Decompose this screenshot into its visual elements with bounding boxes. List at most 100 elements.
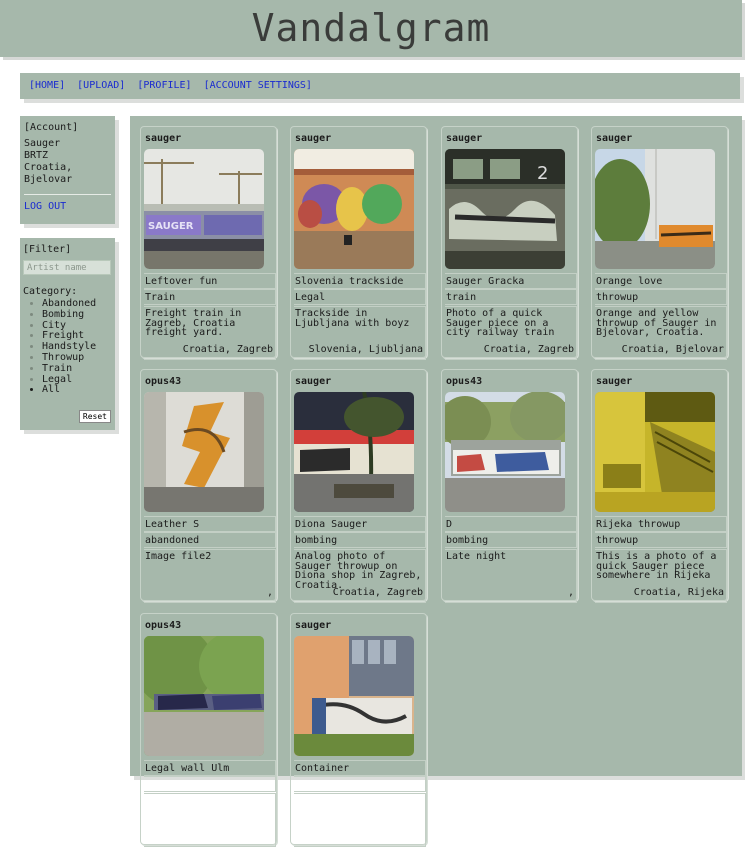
post-title: Orange love	[595, 273, 727, 289]
post-details	[294, 793, 426, 847]
post-location: Croatia, Zagreb	[332, 586, 423, 598]
filter-box: [Filter] Category: Abandoned Bombing Cit…	[20, 238, 115, 430]
post-description: Trackside in Ljubljana with boyz	[295, 308, 410, 329]
post-category: train	[445, 289, 577, 305]
post-card[interactable]: opus43 Legal wall Ulm	[140, 613, 277, 847]
post-details: Orange and yellow throwup of Sauger in B…	[595, 306, 727, 360]
post-title: Slovenia trackside	[294, 273, 426, 289]
post-title: Container	[294, 760, 426, 776]
category-item-bombing[interactable]: Bombing	[42, 309, 112, 321]
filter-heading: [Filter]	[23, 244, 72, 255]
post-title: Diona Sauger	[294, 516, 426, 532]
nav-profile-link[interactable]: [PROFILE]	[137, 80, 191, 91]
post-card[interactable]: sauger Orange love throwup Orange and yell…	[591, 126, 728, 360]
post-category: bombing	[294, 532, 426, 548]
post-description: Analog photo of Sauger throwup on Diona …	[295, 551, 422, 591]
post-photo[interactable]: SAUGER	[144, 149, 264, 269]
post-author[interactable]: opus43	[145, 620, 181, 631]
post-description: This is a photo of a quick Sauger piece …	[596, 551, 717, 581]
post-description: Image file2	[145, 551, 212, 562]
top-nav: [HOME] [UPLOAD] [PROFILE] [ACCOUNT SETTI…	[20, 73, 740, 99]
post-details: This is a photo of a quick Sauger piece …	[595, 549, 727, 603]
account-divider	[24, 194, 111, 195]
post-details: Freight train in Zagreb, Croatia freight…	[144, 306, 276, 360]
post-category	[144, 776, 276, 792]
post-description: Late night	[446, 551, 507, 562]
post-author[interactable]: sauger	[446, 133, 482, 144]
post-category: bombing	[445, 532, 577, 548]
post-location: Slovenia, Ljubljana	[308, 343, 423, 355]
post-location: Croatia, Rijeka	[633, 586, 724, 598]
post-card[interactable]: sauger Rijeka throwup throwup This is a ph…	[591, 369, 728, 603]
category-list: Abandoned Bombing City Freight Handstyle…	[23, 298, 112, 396]
account-crew: BRTZ	[24, 150, 49, 161]
post-category: Legal	[294, 289, 426, 305]
post-category: throwup	[595, 532, 727, 548]
post-description: Freight train in Zagreb, Croatia freight…	[145, 308, 242, 338]
post-title: Rijeka throwup	[595, 516, 727, 532]
post-details: Image file2,	[144, 549, 276, 603]
post-details: Analog photo of Sauger throwup on Diona …	[294, 549, 426, 603]
post-card[interactable]: opus43 Dbombing Late night,	[441, 369, 578, 603]
site-title: Vandalgram	[251, 6, 491, 50]
post-author[interactable]: sauger	[295, 133, 331, 144]
post-title: Legal wall Ulm	[144, 760, 276, 776]
account-city: Bjelovar	[24, 174, 73, 185]
post-title: Leather S	[144, 516, 276, 532]
post-photo[interactable]	[595, 392, 715, 512]
post-author[interactable]: opus43	[145, 376, 181, 387]
category-item-train[interactable]: Train	[42, 363, 112, 375]
post-photo[interactable]	[294, 149, 414, 269]
post-photo[interactable]	[294, 636, 414, 756]
post-details	[144, 793, 276, 847]
post-photo[interactable]	[144, 392, 264, 512]
post-category: Train	[144, 289, 276, 305]
post-details: Late night,	[445, 549, 577, 603]
post-location: Croatia, Zagreb	[483, 343, 574, 355]
post-photo[interactable]	[144, 636, 264, 756]
account-username: Sauger	[24, 138, 61, 149]
svg-text:SAUGER: SAUGER	[148, 221, 194, 232]
post-description: Orange and yellow throwup of Sauger in B…	[596, 308, 717, 338]
post-author[interactable]: sauger	[295, 620, 331, 631]
logout-link[interactable]: LOG OUT	[24, 201, 66, 212]
post-description: Photo of a quick Sauger piece on a city …	[446, 308, 555, 338]
post-title: D	[445, 516, 577, 532]
post-details: Trackside in Ljubljana with boyz Slovenia…	[294, 306, 426, 360]
post-author[interactable]: sauger	[295, 376, 331, 387]
post-photo[interactable]: 2	[445, 149, 565, 269]
account-box: [Account] Sauger BRTZ Croatia, Bjelovar …	[20, 116, 115, 224]
account-country: Croatia,	[24, 162, 73, 173]
post-author[interactable]: opus43	[446, 376, 482, 387]
post-card[interactable]: sauger Container	[290, 613, 427, 847]
nav-account-settings-link[interactable]: [ACCOUNT SETTINGS]	[204, 80, 312, 91]
post-category	[294, 776, 426, 792]
post-photo[interactable]	[595, 149, 715, 269]
post-details: Photo of a quick Sauger piece on a city …	[445, 306, 577, 360]
artist-name-input[interactable]	[23, 260, 111, 275]
post-location: Croatia, Zagreb	[182, 343, 273, 355]
post-card[interactable]: sauger SAUGER Leftover fun Train Freight t…	[140, 126, 277, 360]
category-item-all[interactable]: All	[42, 385, 112, 396]
post-card[interactable]: sauger Slovenia trackside Legal Trackside …	[290, 126, 427, 360]
reset-button[interactable]: Reset	[78, 410, 111, 423]
post-photo[interactable]	[445, 392, 565, 512]
post-title: Leftover fun	[144, 273, 276, 289]
post-category: abandoned	[144, 532, 276, 548]
post-location: ,	[567, 586, 574, 598]
post-gallery: sauger SAUGER Leftover fun Train Freight t…	[130, 116, 742, 847]
post-author[interactable]: sauger	[145, 133, 181, 144]
account-heading: [Account]	[24, 122, 79, 133]
post-card[interactable]: opus43 Leather Sabandoned Image file2,	[140, 369, 277, 603]
post-author[interactable]: sauger	[596, 376, 632, 387]
post-photo[interactable]	[294, 392, 414, 512]
post-author[interactable]: sauger	[596, 133, 632, 144]
nav-upload-link[interactable]: [UPLOAD]	[77, 80, 125, 91]
post-location: ,	[266, 586, 273, 598]
post-card[interactable]: sauger 2 Sauger Gracka train Photo of a qu…	[441, 126, 578, 360]
category-label: Category:	[23, 286, 78, 297]
nav-home-link[interactable]: [HOME]	[29, 80, 65, 91]
post-title: Sauger Gracka	[445, 273, 577, 289]
site-header: Vandalgram	[0, 0, 742, 57]
post-card[interactable]: sauger Diona Sauger bombing Analog photo o…	[290, 369, 427, 603]
